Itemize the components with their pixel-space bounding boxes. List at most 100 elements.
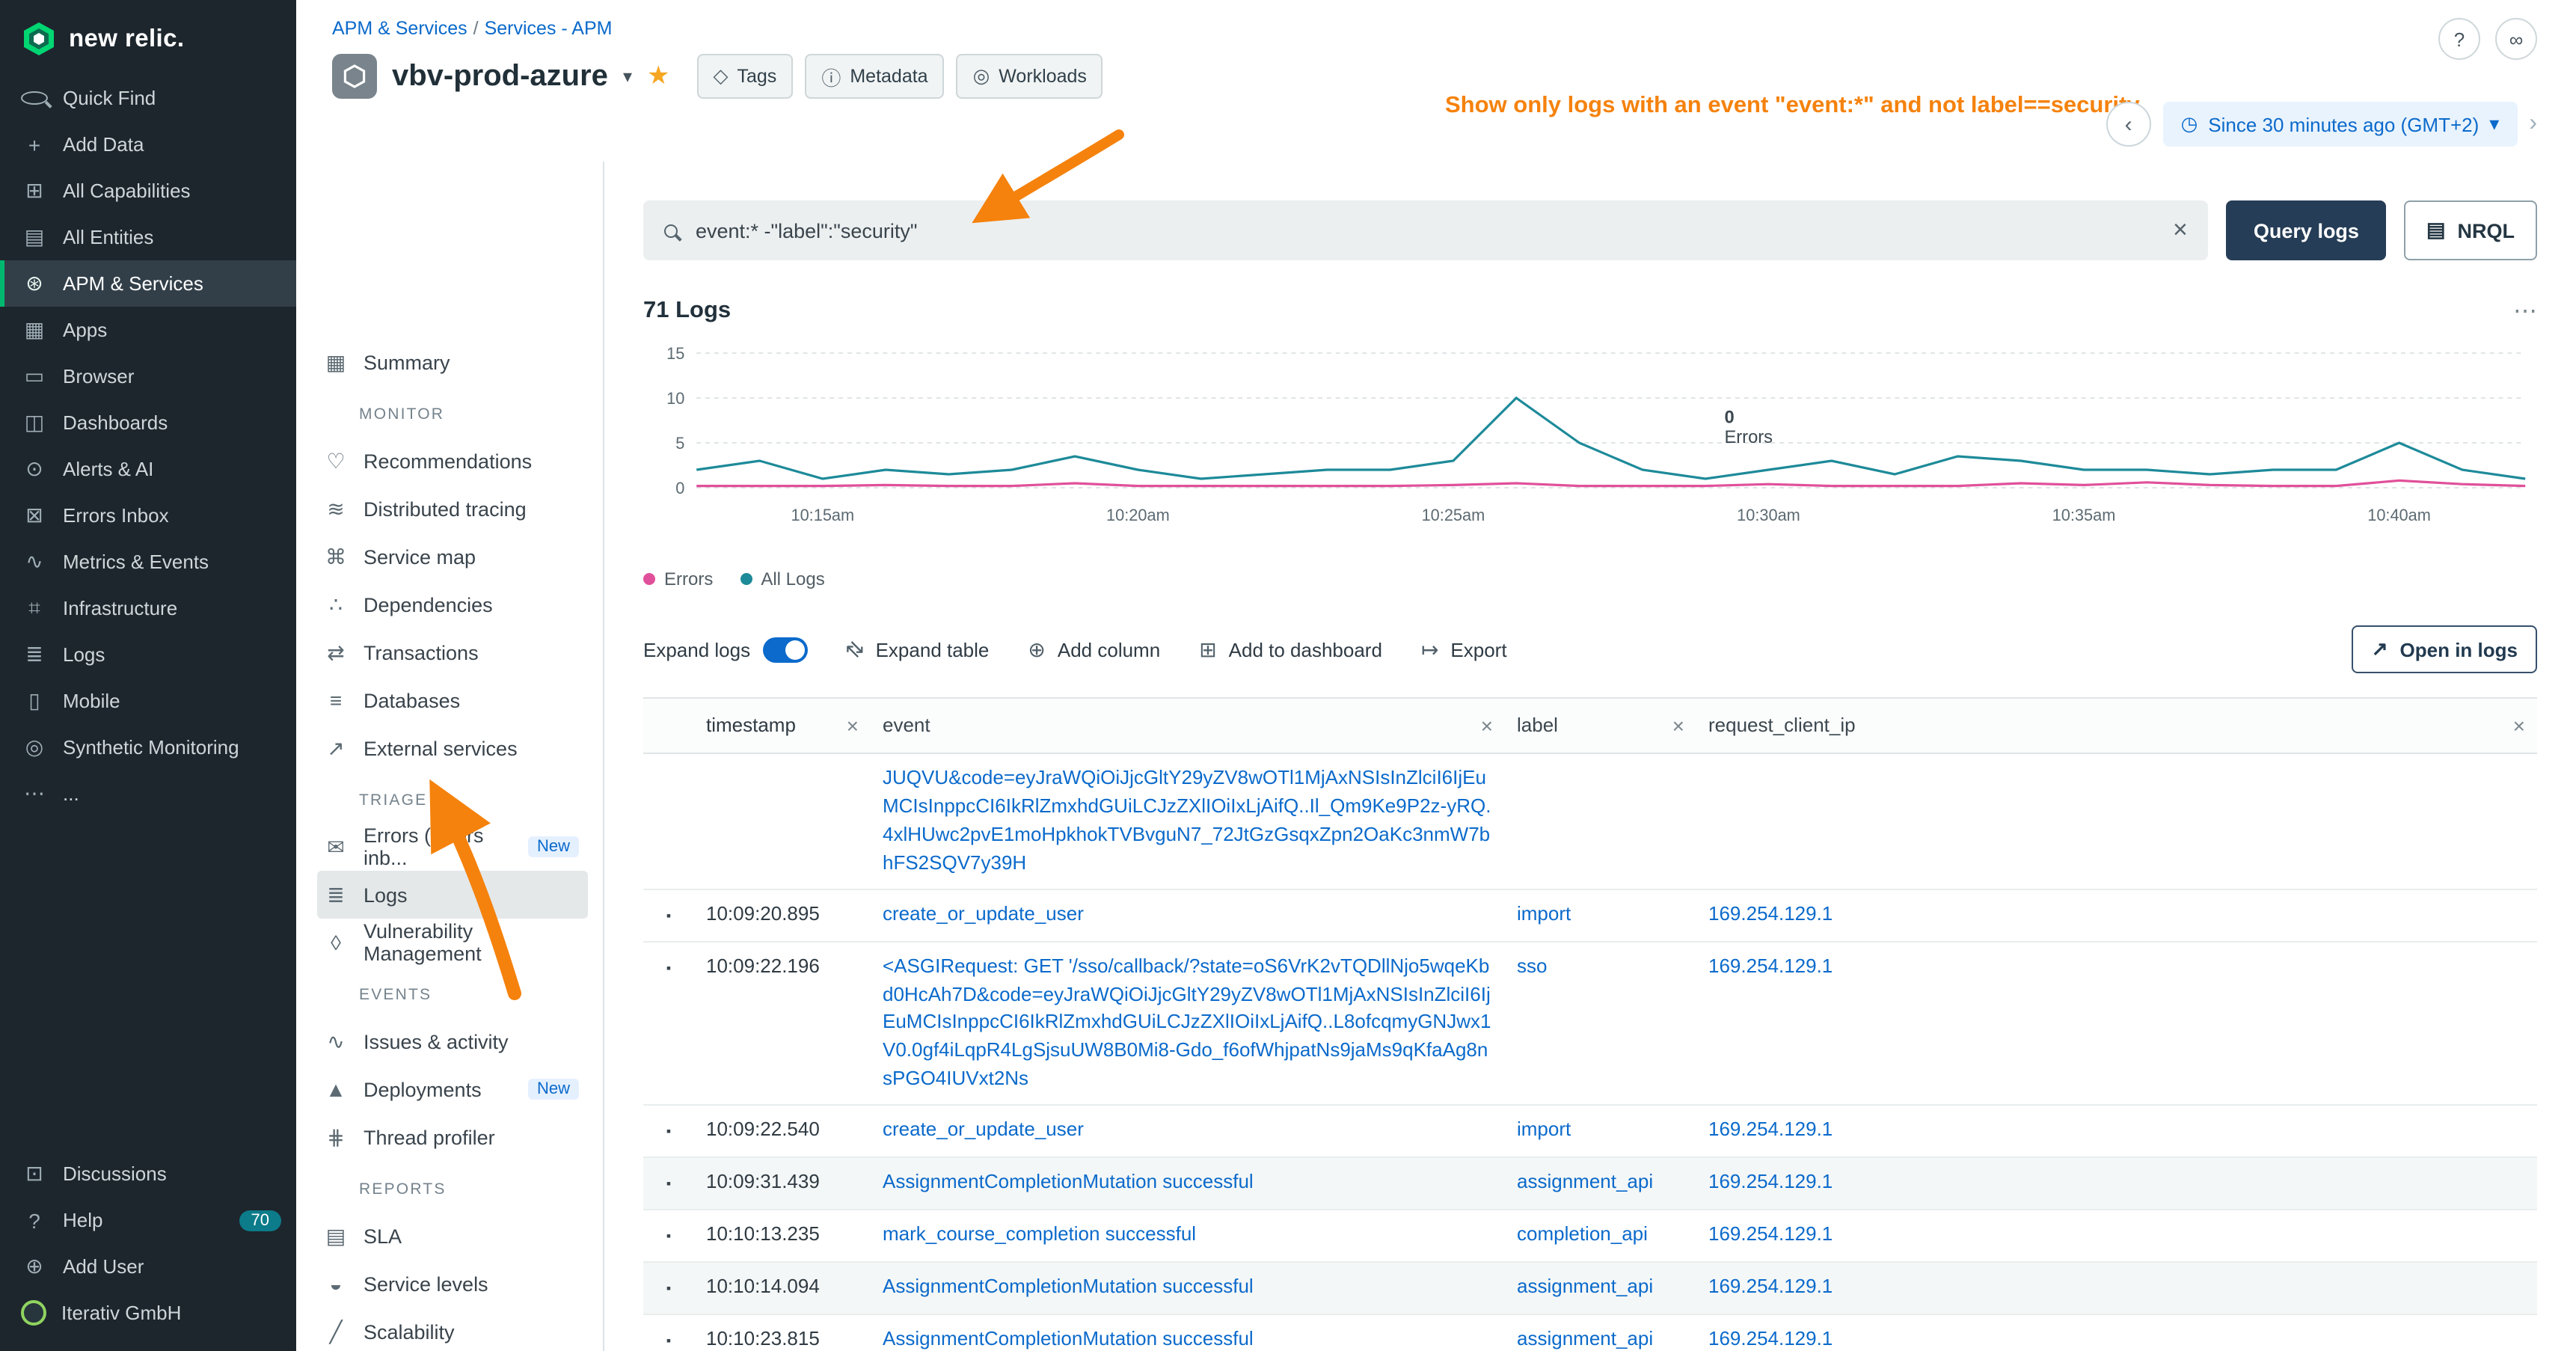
sidebar-item-infrastructure[interactable]: ⌗Infrastructure	[0, 585, 296, 631]
metadata-button[interactable]: ⓘMetadata	[805, 54, 944, 99]
sidebar-footer-discussions[interactable]: ⊡Discussions	[0, 1151, 296, 1197]
label-link[interactable]: assignment_api	[1517, 1170, 1653, 1192]
open-in-logs-button[interactable]: ↗ Open in logs	[2352, 625, 2537, 673]
clear-search-icon[interactable]: ×	[2173, 215, 2188, 245]
sidebar-item-errors-inbox[interactable]: ⊠Errors Inbox	[0, 492, 296, 539]
remove-column-icon[interactable]: ×	[2513, 711, 2525, 741]
expand-table-button[interactable]: ⇅ Expand table	[846, 637, 989, 662]
subnav-item-scalability[interactable]: ╱Scalability	[317, 1308, 588, 1351]
subnav-item-deployments[interactable]: ▲DeploymentsNew	[317, 1065, 588, 1113]
sidebar-item-add-data[interactable]: +Add Data	[0, 121, 296, 168]
event-link[interactable]: AssignmentCompletionMutation successful	[883, 1327, 1254, 1350]
subnav-item-vulnerability[interactable]: ◊Vulnerability Management	[317, 919, 588, 966]
ip-link[interactable]: 169.254.129.1	[1708, 1222, 1833, 1245]
column-header-request_client_ip[interactable]: request_client_ip×	[1696, 699, 2537, 753]
event-link[interactable]: JUQVU&code=eyJraWQiOiJjcGltY29yZV8wOTl1M…	[883, 767, 1491, 874]
subnav-item-sla[interactable]: ▤SLA	[317, 1212, 588, 1260]
legend-all-logs[interactable]: All Logs	[740, 569, 824, 589]
ip-link[interactable]: 169.254.129.1	[1708, 1170, 1833, 1192]
favorite-star-icon[interactable]: ★	[647, 61, 670, 91]
column-header-event[interactable]: event×	[871, 699, 1505, 753]
ip-link[interactable]: 169.254.129.1	[1708, 1275, 1833, 1297]
nrql-button[interactable]: ▤ NRQL	[2404, 200, 2537, 260]
sidebar-item-mobile[interactable]: ▯Mobile	[0, 678, 296, 724]
add-to-dashboard-button[interactable]: ⊞ Add to dashboard	[1199, 637, 1382, 662]
breadcrumb-apm-services[interactable]: APM & Services	[332, 18, 467, 39]
label-link[interactable]: import	[1517, 901, 1571, 924]
sidebar-item-browser[interactable]: ▭Browser	[0, 353, 296, 399]
row-marker-icon[interactable]: ▪	[666, 1333, 671, 1348]
event-link[interactable]: create_or_update_user	[883, 1118, 1084, 1140]
breadcrumb-services-apm[interactable]: Services - APM	[485, 18, 613, 39]
subnav-item-service-map[interactable]: ⌘Service map	[317, 533, 588, 580]
remove-column-icon[interactable]: ×	[1481, 711, 1493, 741]
entity-title[interactable]: vbv-prod-azure	[392, 59, 608, 94]
event-link[interactable]: create_or_update_user	[883, 901, 1084, 924]
help-circle-icon[interactable]: ?	[2438, 18, 2480, 60]
remove-column-icon[interactable]: ×	[847, 711, 859, 741]
subnav-item-dependencies[interactable]: ∴Dependencies	[317, 580, 588, 628]
table-row[interactable]: ▪10:10:14.094AssignmentCompletionMutatio…	[643, 1263, 2537, 1315]
expand-logs-toggle[interactable]	[762, 637, 807, 662]
subnav-item-errors-inbox[interactable]: ✉Errors (errors inb...New	[317, 823, 588, 871]
column-header-label[interactable]: label×	[1505, 699, 1696, 753]
subnav-item-transactions[interactable]: ⇄Transactions	[317, 628, 588, 676]
label-link[interactable]: import	[1517, 1118, 1571, 1140]
subnav-item-thread-profiler[interactable]: ⋕Thread profiler	[317, 1113, 588, 1161]
subnav-item-logs[interactable]: ≣Logs	[317, 871, 588, 919]
workloads-button[interactable]: ◎Workloads	[957, 54, 1103, 99]
export-button[interactable]: ↦ Export	[1421, 637, 1507, 662]
table-row[interactable]: JUQVU&code=eyJraWQiOiJjcGltY29yZV8wOTl1M…	[643, 755, 2537, 890]
sidebar-item-logs[interactable]: ≣Logs	[0, 631, 296, 678]
sidebar-item-all-capabilities[interactable]: ⊞All Capabilities	[0, 168, 296, 214]
subnav-item-summary[interactable]: ▦Summary	[317, 338, 588, 386]
label-link[interactable]: completion_api	[1517, 1222, 1648, 1245]
subnav-item-databases[interactable]: ≡Databases	[317, 676, 588, 724]
row-marker-icon[interactable]: ▪	[666, 960, 671, 975]
column-header-timestamp[interactable]: timestamp×	[694, 699, 871, 753]
subnav-item-issues-activity[interactable]: ∿Issues & activity	[317, 1017, 588, 1065]
more-options-icon[interactable]: ⋯	[2513, 296, 2537, 326]
label-link[interactable]: assignment_api	[1517, 1327, 1653, 1350]
sidebar-item-more[interactable]: ⋯...	[0, 771, 296, 817]
table-row[interactable]: ▪10:09:22.196<ASGIRequest: GET '/sso/cal…	[643, 942, 2537, 1105]
row-marker-icon[interactable]: ▪	[666, 1228, 671, 1243]
event-link[interactable]: AssignmentCompletionMutation successful	[883, 1170, 1254, 1192]
sidebar-item-quick-find[interactable]: Quick Find	[0, 75, 296, 121]
sidebar-item-apm-services[interactable]: ⊛APM & Services	[0, 260, 296, 307]
remove-column-icon[interactable]: ×	[1672, 711, 1684, 741]
event-link[interactable]: <ASGIRequest: GET '/sso/callback/?state=…	[883, 954, 1491, 1089]
event-link[interactable]: AssignmentCompletionMutation successful	[883, 1275, 1254, 1297]
subnav-item-recommendations[interactable]: ♡Recommendations	[317, 437, 588, 485]
ip-link[interactable]: 169.254.129.1	[1708, 901, 1833, 924]
sidebar-item-dashboards[interactable]: ◫Dashboards	[0, 399, 296, 446]
row-marker-icon[interactable]: ▪	[666, 1124, 671, 1139]
row-marker-icon[interactable]: ▪	[666, 1176, 671, 1191]
time-forward-button[interactable]: ›	[2529, 111, 2537, 138]
ip-link[interactable]: 169.254.129.1	[1708, 1327, 1833, 1350]
sidebar-item-metrics-events[interactable]: ∿Metrics & Events	[0, 539, 296, 585]
sidebar-item-alerts-ai[interactable]: ⊙Alerts & AI	[0, 446, 296, 492]
label-link[interactable]: sso	[1517, 954, 1547, 976]
table-row[interactable]: ▪10:09:20.895create_or_update_userimport…	[643, 889, 2537, 942]
time-back-button[interactable]: ‹	[2106, 102, 2151, 147]
sidebar-footer-add-user[interactable]: ⊕Add User	[0, 1243, 296, 1290]
log-search-input[interactable]	[693, 218, 2158, 243]
subnav-item-service-levels[interactable]: ◒Service levels	[317, 1260, 588, 1308]
legend-errors[interactable]: Errors	[643, 569, 713, 589]
sidebar-item-synthetic[interactable]: ◎Synthetic Monitoring	[0, 724, 296, 771]
event-link[interactable]: mark_course_completion successful	[883, 1222, 1196, 1245]
table-row[interactable]: ▪10:10:23.815AssignmentCompletionMutatio…	[643, 1315, 2537, 1351]
row-marker-icon[interactable]: ▪	[666, 907, 671, 922]
sidebar-footer-help[interactable]: ?Help70	[0, 1197, 296, 1243]
table-row[interactable]: ▪10:10:13.235mark_course_completion succ…	[643, 1210, 2537, 1263]
add-column-button[interactable]: ⊕ Add column	[1028, 637, 1160, 662]
brand-logo[interactable]: new relic.	[0, 0, 296, 75]
ip-link[interactable]: 169.254.129.1	[1708, 954, 1833, 976]
ip-link[interactable]: 169.254.129.1	[1708, 1118, 1833, 1140]
sidebar-item-all-entities[interactable]: ▤All Entities	[0, 214, 296, 260]
time-picker[interactable]: ◷ Since 30 minutes ago (GMT+2) ▾	[2163, 102, 2518, 147]
subnav-item-distributed-tracing[interactable]: ≋Distributed tracing	[317, 485, 588, 533]
permalink-icon[interactable]: ∞	[2495, 18, 2537, 60]
log-search-box[interactable]: ×	[643, 200, 2209, 260]
